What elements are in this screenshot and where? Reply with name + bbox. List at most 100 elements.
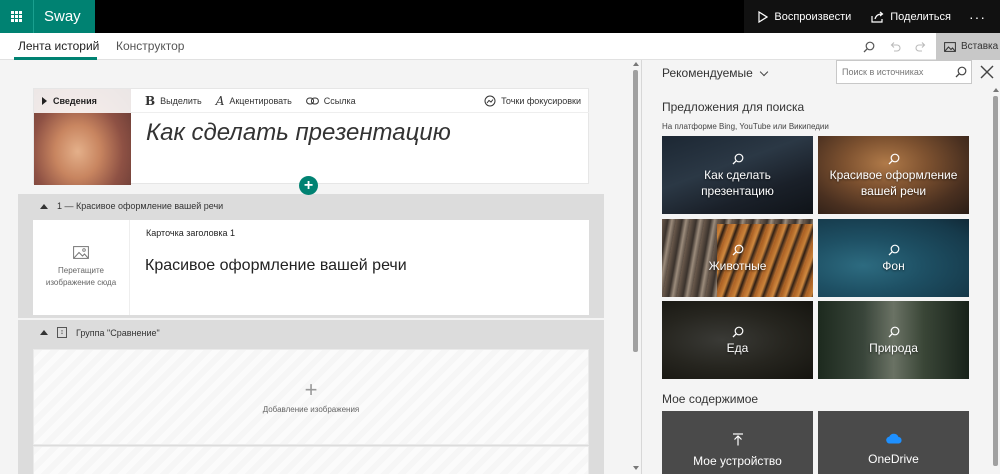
- format-toolbar: B Выделить A Акцентировать Ссылка Точки …: [131, 89, 589, 113]
- suggestion-tile[interactable]: Красивое оформление вашей речи: [818, 136, 969, 214]
- onedrive-tile[interactable]: OneDrive: [818, 411, 969, 474]
- caret-right-icon: [42, 97, 47, 105]
- search-icon: [888, 153, 899, 165]
- add-content-button[interactable]: +: [299, 176, 318, 195]
- tab-design[interactable]: Конструктор: [116, 39, 184, 53]
- focus-points-label: Точки фокусировки: [501, 96, 581, 106]
- insert-label: Вставка: [961, 41, 999, 52]
- suggestion-tile[interactable]: Как сделать презентацию: [662, 136, 813, 214]
- tile-label: Фон: [882, 259, 905, 273]
- recommended-dropdown[interactable]: Рекомендуемые: [662, 66, 769, 80]
- source-search-field[interactable]: [836, 60, 972, 84]
- collapse-icon: [40, 330, 48, 335]
- my-content-title: Мое содержимое: [662, 392, 759, 406]
- title-card[interactable]: Сведения B Выделить A Акцентировать Ссыл…: [33, 88, 589, 185]
- my-device-tile[interactable]: Мое устройство: [662, 411, 813, 474]
- focus-points-button[interactable]: Точки фокусировки: [484, 89, 581, 113]
- accent-button[interactable]: A Акцентировать: [216, 94, 292, 108]
- scroll-up-icon[interactable]: [993, 88, 999, 92]
- card-label: Карточка заголовка 1: [146, 228, 236, 238]
- scroll-thumb[interactable]: [993, 96, 998, 466]
- play-label: Воспроизвести: [774, 10, 852, 23]
- link-label: Ссылка: [323, 95, 356, 106]
- link-button[interactable]: Ссылка: [305, 95, 356, 106]
- tile-label: Еда: [726, 341, 749, 355]
- top-bar: Sway Воспроизвести Поделиться ···: [0, 0, 1000, 33]
- tile-label: Как сделать презентацию: [701, 168, 774, 198]
- recommended-label: Рекомендуемые: [662, 66, 753, 80]
- more-options-button[interactable]: ···: [961, 0, 1000, 33]
- search-icon: [888, 326, 899, 338]
- suggestion-tile[interactable]: Еда: [662, 301, 813, 379]
- close-icon: [980, 65, 994, 79]
- accent-icon: A: [215, 93, 225, 108]
- title-background-image[interactable]: Сведения: [34, 89, 131, 185]
- focus-points-icon: [484, 95, 496, 107]
- onedrive-cloud-icon: [885, 433, 902, 444]
- section-header[interactable]: ↕ Группа "Сравнение": [40, 327, 160, 338]
- play-button[interactable]: Воспроизвести: [748, 0, 861, 33]
- card-heading[interactable]: Красивое оформление вашей речи: [145, 257, 407, 275]
- suggestions-subtitle: На платформе Bing, YouTube или Википедии: [662, 122, 829, 131]
- storyline-scrollbar[interactable]: [632, 60, 640, 474]
- collapse-icon: [40, 203, 48, 209]
- search-icon: [732, 244, 743, 256]
- details-toggle[interactable]: Сведения: [34, 89, 131, 113]
- add-image-label: Добавление изображения: [262, 404, 360, 414]
- search-icon: [888, 244, 899, 256]
- search-icon: [732, 326, 743, 338]
- image-placeholder-icon: [73, 246, 89, 259]
- search-icon[interactable]: [861, 39, 877, 55]
- suggestions-title: Предложения для поиска: [662, 100, 805, 114]
- share-icon: [871, 11, 884, 23]
- image-drop-text: Перетащите изображение сюда: [45, 266, 117, 287]
- tabs-bar: Лента историй Конструктор Вставка: [0, 33, 1000, 60]
- group-icon: ↕: [57, 327, 67, 338]
- chevron-down-icon: [759, 67, 769, 76]
- tile-label: Природа: [869, 341, 918, 355]
- share-button[interactable]: Поделиться: [861, 0, 961, 33]
- tile-label: Животные: [708, 259, 767, 273]
- heading-card[interactable]: Перетащите изображение сюда Карточка заг…: [33, 220, 589, 315]
- plus-icon: +: [304, 376, 318, 402]
- image-icon: [944, 41, 956, 52]
- play-icon: [758, 10, 769, 23]
- accent-label: Акцентировать: [229, 95, 292, 106]
- source-search-input[interactable]: [842, 67, 946, 77]
- waffle-icon: [11, 11, 22, 22]
- bold-label: Выделить: [160, 95, 202, 106]
- close-pane-button[interactable]: [980, 65, 994, 79]
- suggestion-tile[interactable]: Природа: [818, 301, 969, 379]
- add-image-card-2[interactable]: [33, 446, 589, 474]
- scroll-down-icon[interactable]: [633, 466, 639, 470]
- details-label: Сведения: [53, 96, 97, 106]
- bold-icon: B: [145, 93, 156, 108]
- tab-storyline[interactable]: Лента историй: [18, 39, 99, 53]
- add-image-card[interactable]: + Добавление изображения: [33, 349, 589, 445]
- link-icon: [305, 97, 319, 104]
- tile-label: Красивое оформление вашей речи: [829, 168, 958, 198]
- scroll-up-icon[interactable]: [633, 62, 639, 66]
- undo-icon[interactable]: [887, 39, 903, 55]
- search-icon: [732, 153, 743, 165]
- pane-scrollbar[interactable]: [992, 86, 1000, 474]
- my-device-label: Мое устройство: [693, 454, 782, 468]
- section-header[interactable]: 1 — Красивое оформление вашей речи: [40, 201, 223, 211]
- story-title[interactable]: Как сделать презентацию: [146, 119, 451, 147]
- app-name[interactable]: Sway: [33, 0, 95, 33]
- onedrive-label: OneDrive: [868, 452, 919, 466]
- upload-icon: [732, 433, 743, 446]
- app-launcher-button[interactable]: [0, 0, 33, 33]
- insert-button[interactable]: Вставка: [936, 33, 1000, 60]
- bold-button[interactable]: B Выделить: [145, 94, 202, 108]
- topbar-actions: Воспроизвести Поделиться ···: [744, 0, 1000, 33]
- scroll-thumb[interactable]: [633, 70, 638, 352]
- section-title: 1 — Красивое оформление вашей речи: [57, 201, 224, 211]
- suggestion-tile[interactable]: Животные: [662, 219, 813, 297]
- section-title: Группа "Сравнение": [76, 327, 160, 338]
- search-icon[interactable]: [955, 66, 967, 78]
- redo-icon[interactable]: [913, 39, 929, 55]
- suggestion-tile[interactable]: Фон: [818, 219, 969, 297]
- image-drop-zone[interactable]: Перетащите изображение сюда: [33, 220, 130, 315]
- share-label: Поделиться: [890, 10, 951, 23]
